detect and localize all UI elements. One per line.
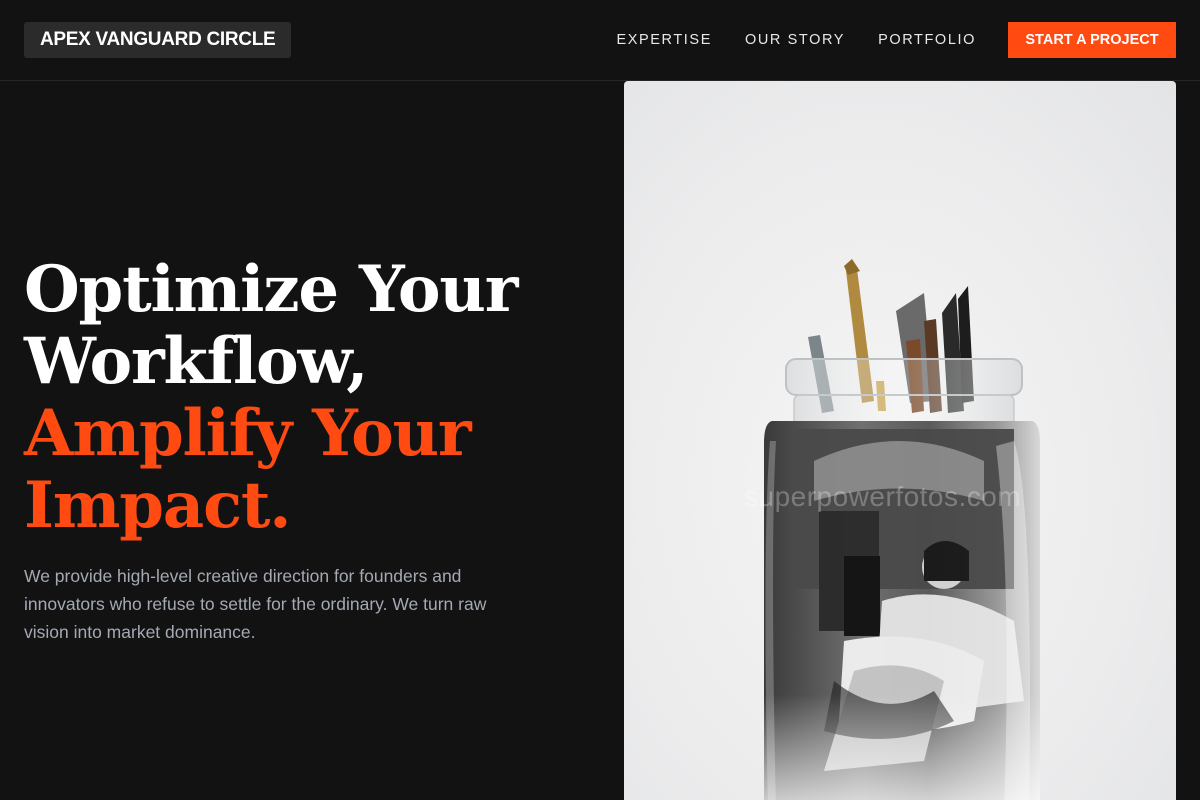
top-navbar: APEX VANGUARD CIRCLE EXPERTISE OUR STORY…: [0, 0, 1200, 81]
nav-link-expertise[interactable]: EXPERTISE: [616, 32, 712, 48]
hero-headline: Optimize Your Workflow, Amplify Your Imp…: [24, 254, 584, 542]
hero-image: superpowerfotos.com: [624, 81, 1176, 800]
start-project-button[interactable]: START A PROJECT: [1008, 22, 1176, 58]
hero-description: We provide high-level creative direction…: [24, 566, 487, 642]
headline-line-2: Workflow,: [24, 324, 368, 399]
image-watermark: superpowerfotos.com: [744, 481, 1022, 512]
headline-line-4: Impact.: [24, 468, 291, 543]
nav-link-portfolio[interactable]: PORTFOLIO: [878, 32, 976, 48]
nav-links: EXPERTISE OUR STORY PORTFOLIO: [616, 22, 976, 58]
hero-text: Optimize Your Workflow, Amplify Your Imp…: [24, 254, 584, 646]
jar-illustration: [764, 259, 1040, 800]
headline-line-3: Amplify Your: [24, 396, 472, 471]
headline-line-1: Optimize Your: [24, 252, 518, 327]
brand-logo[interactable]: APEX VANGUARD CIRCLE: [24, 22, 292, 58]
nav-link-our-story[interactable]: OUR STORY: [745, 32, 845, 48]
